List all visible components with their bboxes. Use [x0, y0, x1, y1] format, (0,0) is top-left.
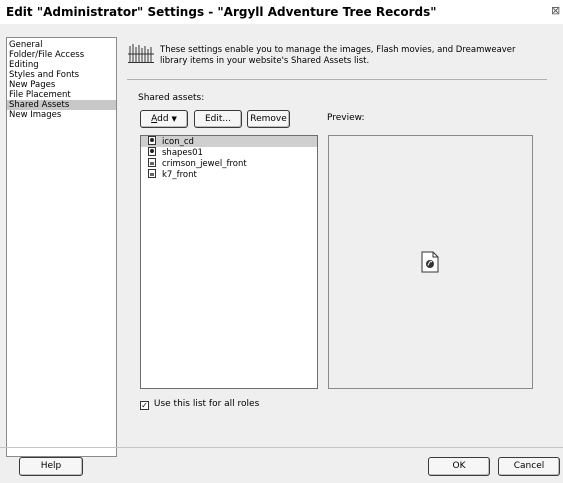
footer-divider — [0, 447, 563, 448]
use-list-for-all-roles[interactable]: ✓ Use this list for all roles — [140, 399, 259, 410]
category-item-new-images[interactable]: New Images — [7, 110, 116, 120]
remove-button[interactable]: Remove — [247, 110, 290, 128]
shared-assets-list[interactable]: icon_cd shapes01 crimson_jewel_front k7_… — [140, 135, 318, 389]
dialog-body: General Folder/File Access Editing Style… — [0, 24, 563, 483]
asset-item-k7-front[interactable]: k7_front — [141, 169, 317, 180]
close-icon[interactable]: ⊠ — [551, 5, 561, 17]
category-item-general[interactable]: General — [7, 40, 116, 50]
help-button[interactable]: Help — [19, 457, 83, 476]
category-list[interactable]: General Folder/File Access Editing Style… — [6, 37, 117, 457]
library-icon — [128, 44, 154, 63]
title-bar: Edit "Administrator" Settings - "Argyll … — [0, 0, 563, 25]
asset-item-shapes01[interactable]: shapes01 — [141, 147, 317, 158]
category-item-editing[interactable]: Editing — [7, 60, 116, 70]
category-item-styles-and-fonts[interactable]: Styles and Fonts — [7, 70, 116, 80]
flash-file-icon — [421, 251, 439, 273]
section-divider — [127, 79, 547, 80]
add-button[interactable]: Add ▼ — [140, 110, 188, 128]
asset-name: shapes01 — [162, 148, 203, 158]
shared-assets-panel: These settings enable you to manage the … — [127, 24, 557, 464]
preview-label: Preview: — [327, 113, 365, 123]
cancel-button[interactable]: Cancel — [498, 457, 560, 476]
use-list-checkbox[interactable]: ✓ — [140, 401, 149, 410]
image-icon — [148, 169, 156, 178]
asset-name: crimson_jewel_front — [162, 159, 247, 169]
edit-button[interactable]: Edit... — [194, 110, 242, 128]
image-icon — [148, 158, 156, 167]
asset-name: icon_cd — [162, 137, 194, 147]
window-title: Edit "Administrator" Settings - "Argyll … — [6, 5, 437, 19]
flash-icon — [148, 147, 156, 156]
ok-button[interactable]: OK — [428, 457, 490, 476]
category-item-new-pages[interactable]: New Pages — [7, 80, 116, 90]
panel-description: These settings enable you to manage the … — [160, 45, 516, 66]
use-list-label: Use this list for all roles — [153, 399, 260, 409]
category-item-folder-file-access[interactable]: Folder/File Access — [7, 50, 116, 60]
category-item-shared-assets[interactable]: Shared Assets — [7, 100, 116, 110]
add-button-label: dd — [157, 114, 169, 124]
asset-name: k7_front — [162, 170, 197, 180]
shared-assets-label: Shared assets: — [138, 93, 205, 103]
preview-pane — [328, 135, 533, 389]
flash-icon — [148, 136, 156, 145]
asset-item-icon-cd[interactable]: icon_cd — [141, 136, 317, 147]
dropdown-arrow-icon: ▼ — [171, 115, 177, 123]
category-item-file-placement[interactable]: File Placement — [7, 90, 116, 100]
asset-item-crimson-jewel-front[interactable]: crimson_jewel_front — [141, 158, 317, 169]
